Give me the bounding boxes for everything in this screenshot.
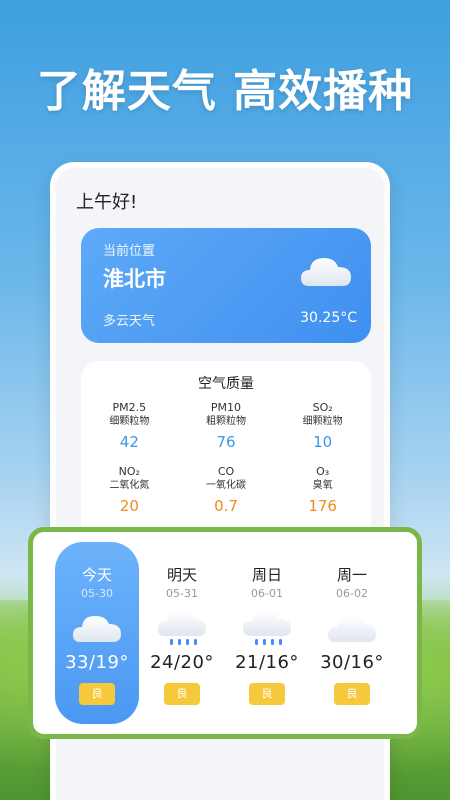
air-item-pm10: PM10 粗颗粒物 76 [178, 401, 275, 451]
air-item-pm25: PM2.5 细颗粒物 42 [81, 401, 178, 451]
air-item-value: 76 [216, 433, 236, 451]
air-item-co: CO 一氧化碳 0.7 [178, 465, 275, 515]
air-item-name: PM10 [210, 401, 242, 414]
forecast-day-name: 周一 [336, 566, 367, 584]
air-item-value: 176 [308, 497, 337, 515]
air-item-name: CO [217, 465, 235, 478]
forecast-day-name: 周日 [251, 566, 282, 584]
rain-cloud-icon [243, 611, 291, 645]
air-item-name: PM2.5 [112, 401, 147, 414]
air-item-value: 0.7 [214, 497, 238, 515]
forecast-day-date: 05-30 [81, 587, 113, 600]
air-item-desc: 一氧化碳 [205, 480, 246, 491]
location-label: 当前位置 [103, 244, 156, 259]
forecast-day-monday[interactable]: 周一 06-02 30/16° 良 [310, 542, 394, 724]
air-item-desc: 细颗粒物 [302, 416, 343, 427]
forecast-day-name: 明天 [166, 566, 197, 584]
air-item-o3: O₃ 臭氧 176 [274, 465, 371, 515]
forecast-day-today[interactable]: 今天 05-30 33/19° 良 [55, 542, 139, 724]
forecast-day-date: 06-01 [251, 587, 283, 600]
air-item-desc: 臭氧 [312, 480, 333, 491]
air-item-name: NO₂ [118, 465, 140, 478]
location-weather: 多云天气 [103, 314, 156, 329]
forecast-panel: 今天 05-30 33/19° 良 明天 05-31 24/20° 良 周日 0… [28, 527, 422, 739]
air-item-desc: 二氧化氮 [109, 480, 150, 491]
air-item-desc: 细颗粒物 [109, 416, 150, 427]
forecast-day-temp: 21/16° [235, 652, 299, 673]
air-item-value: 42 [119, 433, 139, 451]
air-item-name: SO₂ [312, 401, 333, 414]
forecast-day-tomorrow[interactable]: 明天 05-31 24/20° 良 [140, 542, 224, 724]
air-item-desc: 粗颗粒物 [205, 416, 246, 427]
air-item-value: 20 [119, 497, 139, 515]
greeting: 上午好! [76, 192, 138, 213]
cloud-icon [301, 258, 351, 286]
air-quality-badge: 良 [79, 683, 115, 705]
air-item-value: 10 [313, 433, 333, 451]
cloud-icon [328, 616, 376, 642]
air-item-no2: NO₂ 二氧化氮 20 [81, 465, 178, 515]
air-quality-card: 空气质量 PM2.5 细颗粒物 42 PM10 粗颗粒物 76 SO₂ 细颗粒物… [81, 361, 371, 541]
air-item-name: O₃ [316, 465, 330, 478]
rain-cloud-icon [158, 611, 206, 645]
location-city: 淮北市 [103, 267, 166, 291]
forecast-day-temp: 24/20° [150, 652, 214, 673]
air-quality-grid: PM2.5 细颗粒物 42 PM10 粗颗粒物 76 SO₂ 细颗粒物 10 N… [81, 401, 371, 515]
headline: 了解天气 高效播种 [36, 66, 414, 117]
forecast-day-date: 05-31 [166, 587, 198, 600]
air-quality-badge: 良 [164, 683, 200, 705]
cloud-icon [73, 616, 121, 642]
air-quality-title: 空气质量 [198, 376, 254, 392]
forecast-day-sunday[interactable]: 周日 06-01 21/16° 良 [225, 542, 309, 724]
air-item-so2: SO₂ 细颗粒物 10 [274, 401, 371, 451]
forecast-day-date: 06-02 [336, 587, 368, 600]
forecast-day-temp: 30/16° [320, 652, 384, 673]
location-card[interactable]: 当前位置 淮北市 多云天气 30.25°C [81, 228, 371, 343]
air-quality-badge: 良 [249, 683, 285, 705]
location-temperature: 30.25°C [300, 310, 357, 326]
forecast-day-temp: 33/19° [65, 652, 129, 673]
forecast-day-name: 今天 [81, 566, 112, 584]
air-quality-badge: 良 [334, 683, 370, 705]
